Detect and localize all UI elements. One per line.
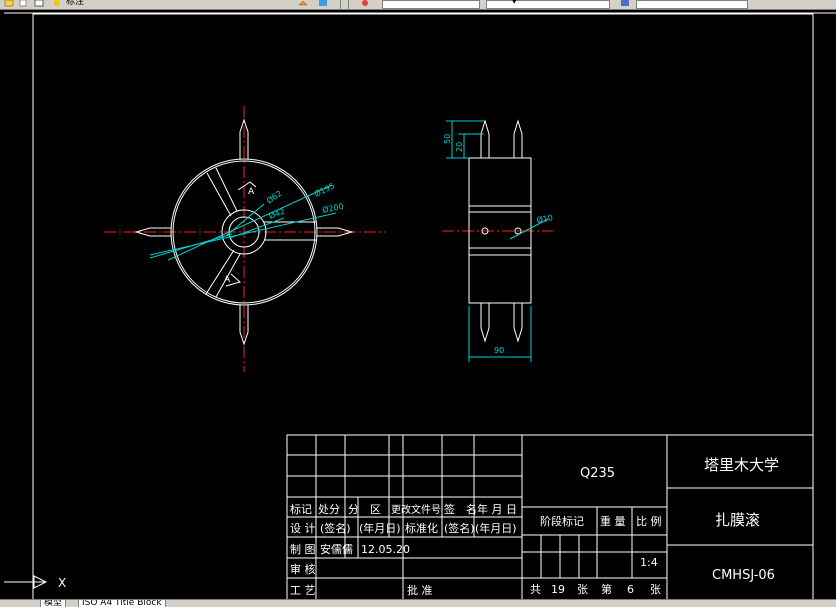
drawing-canvas[interactable]: A A Ø195 Ø200 Ø62 Ø42 50 20 Ø10 90 标记 处分… xyxy=(0,10,836,600)
tb-header-nianyueri: 年 月 日 xyxy=(477,502,517,516)
tb-sheets-zhang2: 张 xyxy=(650,583,661,596)
ucs-x-label: X xyxy=(58,576,66,590)
section-label-a-top: A xyxy=(248,187,255,197)
toolbar-separator xyxy=(340,0,341,9)
tb-sheets-gong: 共 xyxy=(530,583,541,596)
layer-state-icon[interactable] xyxy=(4,0,14,7)
dim-d62: Ø62 xyxy=(264,188,283,206)
side-dimension-lines xyxy=(446,120,549,362)
tb-design-qianming2: (签名) xyxy=(444,521,475,535)
dim-d10: Ø10 xyxy=(536,212,554,225)
tb-jieduan: 阶段标记 xyxy=(540,514,584,528)
tb-sheji: 设 计 xyxy=(290,522,316,535)
section-label-a-bottom: A xyxy=(224,275,231,285)
tb-design-qianming: (签名) xyxy=(320,521,351,535)
tb-design-nianyueri: (年月日) xyxy=(359,521,401,535)
square-icon[interactable] xyxy=(34,0,44,7)
front-view: A A Ø195 Ø200 Ø62 Ø42 xyxy=(104,106,386,372)
dim-d195: Ø195 xyxy=(312,180,336,198)
tb-drafter-name: 安儒儒 xyxy=(320,542,353,556)
sun-icon[interactable] xyxy=(52,0,62,7)
tb-bili: 比 例 xyxy=(636,514,662,528)
toolbar-separator xyxy=(348,0,349,9)
tb-draw-date: 12.05.20 xyxy=(361,543,410,556)
tb-sheets-zhang1: 张 xyxy=(577,583,588,596)
color-control-icon[interactable] xyxy=(360,0,370,7)
tb-header-biaoji: 标记 xyxy=(290,502,312,516)
tb-pizhun: 批 准 xyxy=(407,583,433,597)
tb-shenhe: 审 核 xyxy=(290,562,316,576)
tb-header-chushu: 处分 xyxy=(318,503,340,516)
tb-biaozhunhua: 标准化 xyxy=(405,521,438,535)
dim-h50: 50 xyxy=(443,134,452,144)
tb-zhitu: 制 图 xyxy=(290,543,316,556)
tb-header-fenqu: 分 区 xyxy=(348,503,381,516)
linetype-dropdown[interactable] xyxy=(382,0,480,9)
plot-style-icon[interactable] xyxy=(620,0,630,7)
tb-part-name: 扎膜滚 xyxy=(715,511,760,529)
ucs-icon: X xyxy=(4,575,66,590)
chevron-down-icon[interactable]: ▾ xyxy=(512,0,517,8)
side-view: 50 20 Ø10 90 xyxy=(442,119,554,362)
tb-drawing-no: CMHSJ-06 xyxy=(712,568,775,583)
make-current-icon[interactable] xyxy=(318,0,328,7)
dim-d200: Ø200 xyxy=(321,201,344,215)
dim-w90: 90 xyxy=(494,346,504,355)
tb-header-qianming: 签 名 xyxy=(444,502,477,516)
tb-header-gengai: 更改文件号 xyxy=(391,503,441,516)
tb-school: 塔里木大学 xyxy=(704,456,779,474)
plot-style-dropdown[interactable] xyxy=(636,0,748,9)
tb-design-nianyueri2: (年月日) xyxy=(475,521,517,535)
tb-sheets-current: 6 xyxy=(627,583,634,596)
toolbar: 标注 ▾ xyxy=(0,0,836,10)
tb-scale-value: 1:4 xyxy=(640,556,658,569)
title-block: 标记 处分 分 区 更改文件号 签 名 年 月 日 设 计 (签名) (年月日)… xyxy=(286,434,814,600)
tb-gongyi: 工 艺 xyxy=(290,584,316,597)
tb-material: Q235 xyxy=(580,466,615,481)
tb-sheets-total: 19 xyxy=(551,583,565,596)
tb-sheets-di: 第 xyxy=(601,582,612,596)
lineweight-dropdown[interactable] xyxy=(486,0,610,9)
lock-icon[interactable] xyxy=(18,0,28,7)
dim-h20: 20 xyxy=(455,142,464,152)
layer-previous-icon[interactable] xyxy=(298,0,308,7)
tb-zhongliang: 重 量 xyxy=(600,514,626,528)
